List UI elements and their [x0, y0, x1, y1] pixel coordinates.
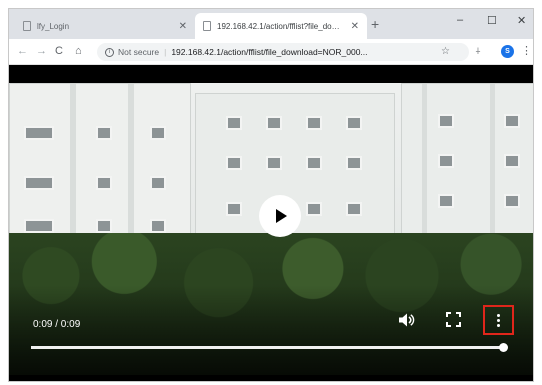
browser-window: lfy_Login ✕ 192.168.42.1/action/fflist?f… [8, 8, 534, 382]
tab-title: lfy_Login [37, 21, 70, 31]
info-icon[interactable]: i [105, 47, 114, 57]
tab-title: 192.168.42.1/action/fflist?file_download… [217, 21, 345, 31]
close-tab-icon[interactable]: ✕ [179, 21, 187, 32]
forward-button[interactable]: → [36, 45, 47, 57]
time-display: 0:09 / 0:09 [33, 319, 81, 330]
maximize-button[interactable]: ☐ [487, 14, 497, 27]
fullscreen-icon[interactable] [446, 312, 461, 327]
play-icon [276, 209, 287, 223]
new-tab-button[interactable]: + [371, 16, 379, 32]
extension-icon[interactable]: ⍭ [475, 46, 481, 57]
back-button[interactable]: ← [17, 45, 28, 57]
profile-avatar[interactable]: S [501, 45, 514, 58]
kebab-menu-icon [497, 313, 500, 327]
tab-login[interactable]: lfy_Login ✕ [15, 13, 195, 39]
document-icon [23, 21, 31, 31]
tab-strip: lfy_Login ✕ 192.168.42.1/action/fflist?f… [9, 9, 533, 39]
document-icon [203, 21, 211, 31]
controls-gradient [9, 285, 533, 375]
home-button[interactable]: ⌂ [75, 45, 82, 57]
close-window-button[interactable]: ✕ [517, 14, 526, 27]
browser-toolbar: ← → C ⌂ i Not secure | 192.168.42.1/acti… [9, 39, 533, 65]
browser-menu-icon[interactable]: ⋮ [521, 44, 532, 57]
address-bar[interactable]: i Not secure | 192.168.42.1/action/fflis… [97, 43, 469, 61]
reload-button[interactable]: C [55, 45, 63, 57]
play-button[interactable] [259, 195, 301, 237]
video-player[interactable]: 0:09 / 0:09 [9, 83, 533, 375]
more-options-button[interactable] [483, 305, 514, 335]
close-tab-icon[interactable]: ✕ [351, 21, 359, 32]
page-content: 0:09 / 0:09 [9, 65, 533, 381]
url-text[interactable]: 192.168.42.1/action/fflist/file_download… [171, 47, 367, 57]
tab-file-download[interactable]: 192.168.42.1/action/fflist?file_download… [195, 13, 367, 39]
minimize-button[interactable]: – [457, 14, 463, 26]
bookmark-star-icon[interactable]: ☆ [441, 46, 450, 57]
volume-icon[interactable] [397, 311, 415, 329]
progress-bar[interactable] [31, 343, 508, 352]
progress-thumb[interactable] [499, 343, 508, 352]
security-label: Not secure [118, 47, 160, 57]
separator: | [164, 47, 167, 57]
